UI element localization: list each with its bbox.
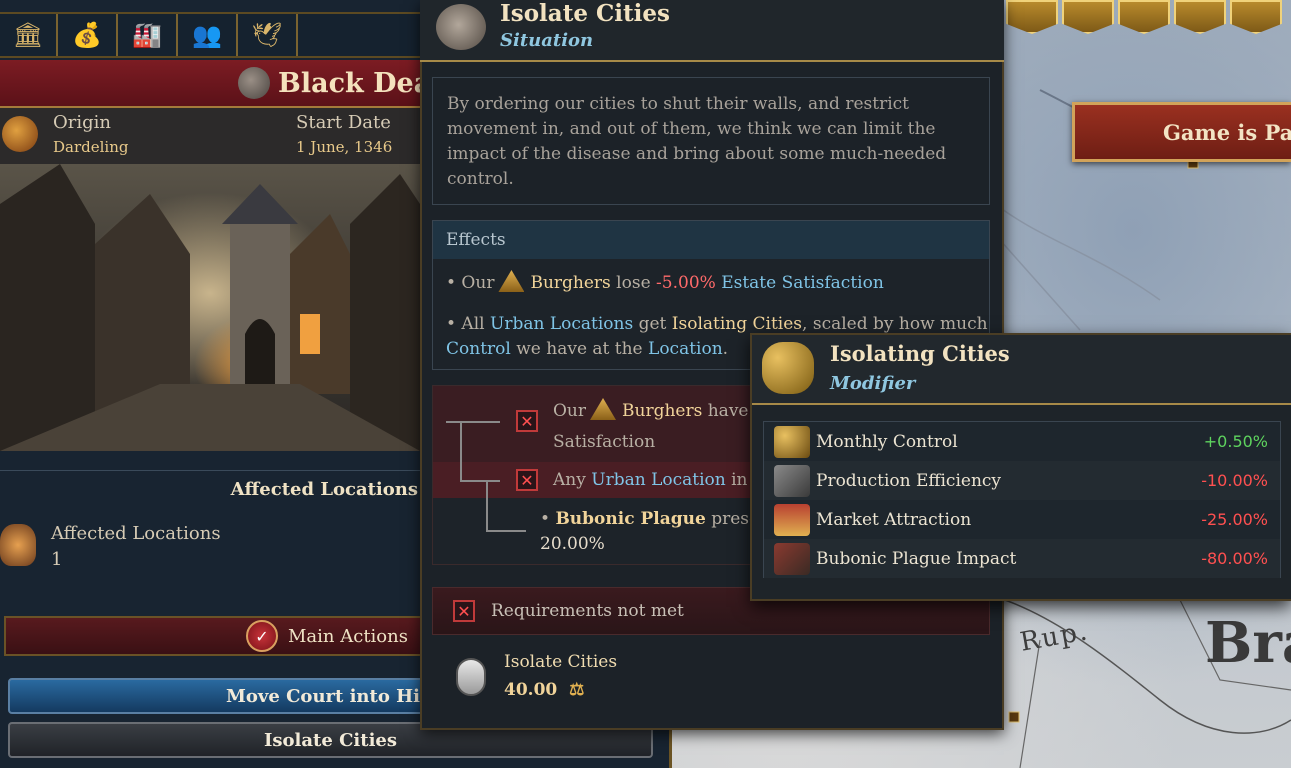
requirement-failed-icon: ✕ <box>516 410 538 432</box>
map-region-label: Bra <box>1205 610 1291 676</box>
cost-value: 40.00 ⚖ <box>504 680 584 700</box>
tree-connector <box>460 480 500 482</box>
modifier-value: -80.00% <box>1201 549 1268 568</box>
origin-value[interactable]: Dardeling <box>53 138 128 156</box>
cost-action-name: Isolate Cities <box>504 652 618 672</box>
modifier-link[interactable]: Isolating Cities <box>672 314 802 334</box>
modifier-subtitle: Modifier <box>830 373 916 394</box>
situation-title-bar: Black Deat <box>0 60 444 108</box>
bubonic-plague-link[interactable]: Bubonic Plague <box>555 509 705 529</box>
tooltip-subtitle: Situation <box>500 30 594 51</box>
effect-line: Control we have at the Location. <box>446 339 728 359</box>
req-text: Any <box>553 470 586 490</box>
rat-icon <box>436 4 486 50</box>
market-stall-icon <box>774 503 810 536</box>
control-link[interactable]: Control <box>446 339 511 359</box>
modifier-title: Isolating Cities <box>830 341 1010 366</box>
coins-bag-icon[interactable]: 💰 <box>58 14 118 56</box>
modifier-label: Monthly Control <box>816 431 958 452</box>
panel-tab-bar: 🏛 💰 🏭 👥 🕊 <box>0 12 420 58</box>
tooltip-description: By ordering our cities to shut their wal… <box>432 77 990 205</box>
modifier-row: Market Attraction -25.00% <box>764 500 1280 539</box>
effect-text: • Our <box>446 273 495 293</box>
main-actions-header[interactable]: ✓ Main Actions <box>4 616 424 656</box>
mouse-click-icon <box>456 658 486 696</box>
requirement-failed-icon: ✕ <box>453 600 475 622</box>
req-text: in <box>731 470 748 490</box>
requirement-line: Our Burghers have <box>553 398 748 421</box>
estate-burghers-icon <box>498 270 525 292</box>
tree-connector <box>460 421 462 481</box>
effect-line: • Our Burghers lose -5.00% Estate Satisfa… <box>446 270 884 293</box>
modifier-value: +0.50% <box>1203 432 1268 451</box>
req-text: have <box>707 401 749 421</box>
situation-title: Black Deat <box>278 67 444 99</box>
modifier-label: Bubonic Plague Impact <box>816 548 1017 569</box>
requirement-line: • Bubonic Plague presen <box>540 509 770 529</box>
effects-header: Effects <box>433 221 989 259</box>
dove-icon[interactable]: 🕊 <box>238 14 298 56</box>
urban-locations-link[interactable]: Urban Locations <box>490 314 633 334</box>
effect-text: . <box>722 339 729 359</box>
effect-text: • All <box>446 314 485 334</box>
origin-label: Origin <box>53 112 111 133</box>
modifier-label: Production Efficiency <box>816 470 1002 491</box>
affected-locations-icon <box>0 524 36 566</box>
checkmark-icon: ✓ <box>246 620 278 652</box>
people-icon[interactable]: 👥 <box>178 14 238 56</box>
effect-value: -5.00% <box>656 273 716 293</box>
effect-text: lose <box>616 273 651 293</box>
key-icon <box>762 342 814 394</box>
building-icon[interactable]: 🏛 <box>0 14 58 56</box>
affected-locations-label: Affected Locations <box>51 523 221 544</box>
affected-locations-header: Affected Locations <box>0 470 420 508</box>
plague-cart-icon <box>774 542 810 575</box>
location-link[interactable]: Location <box>648 339 723 359</box>
requirements-not-met-label: Requirements not met <box>491 601 684 621</box>
requirement-value: 20.00% <box>540 534 605 554</box>
modifier-value: -10.00% <box>1201 471 1268 490</box>
effect-text: we have at the <box>516 339 643 359</box>
tree-connector <box>486 480 488 530</box>
modifier-value: -25.00% <box>1201 510 1268 529</box>
effect-text: , scaled by how much <box>802 314 988 334</box>
estate-link[interactable]: Burghers <box>622 401 702 421</box>
effect-line: • All Urban Locations get Isolating Citi… <box>446 314 988 334</box>
effect-text: get <box>638 314 667 334</box>
key-icon <box>774 425 810 458</box>
game-paused-banner[interactable]: Game is Pau <box>1072 102 1291 162</box>
start-date-value: 1 June, 1346 <box>296 138 393 156</box>
main-actions-label: Main Actions <box>288 625 408 647</box>
modifier-row: Monthly Control +0.50% <box>764 422 1280 461</box>
plague-city-illustration <box>0 164 420 451</box>
factory-icon[interactable]: 🏭 <box>118 14 178 56</box>
tree-connector <box>486 530 526 532</box>
req-text: Our <box>553 401 587 421</box>
req-text: • <box>540 509 551 529</box>
anvil-icon <box>774 464 810 497</box>
origin-location-icon[interactable] <box>2 116 38 152</box>
estate-burghers-icon <box>590 398 617 420</box>
rat-icon <box>238 67 270 99</box>
modifier-label: Market Attraction <box>816 509 972 530</box>
tooltip-title: Isolate Cities <box>500 0 670 27</box>
cost-number: 40.00 <box>504 680 558 700</box>
tree-connector <box>446 421 500 423</box>
estate-satisfaction-link[interactable]: Estate Satisfaction <box>721 273 884 293</box>
requirement-failed-icon: ✕ <box>516 469 538 491</box>
modifier-row: Bubonic Plague Impact -80.00% <box>764 539 1280 578</box>
estate-link[interactable]: Burghers <box>530 273 610 293</box>
start-date-label: Start Date <box>296 112 391 133</box>
affected-locations-count: 1 <box>51 549 63 570</box>
modifier-row: Production Efficiency -10.00% <box>764 461 1280 500</box>
urban-location-link[interactable]: Urban Location <box>591 470 725 490</box>
scales-icon: ⚖ <box>569 680 585 700</box>
requirement-line: Any Urban Location in <box>553 470 748 490</box>
requirement-line: Satisfaction <box>553 432 656 452</box>
